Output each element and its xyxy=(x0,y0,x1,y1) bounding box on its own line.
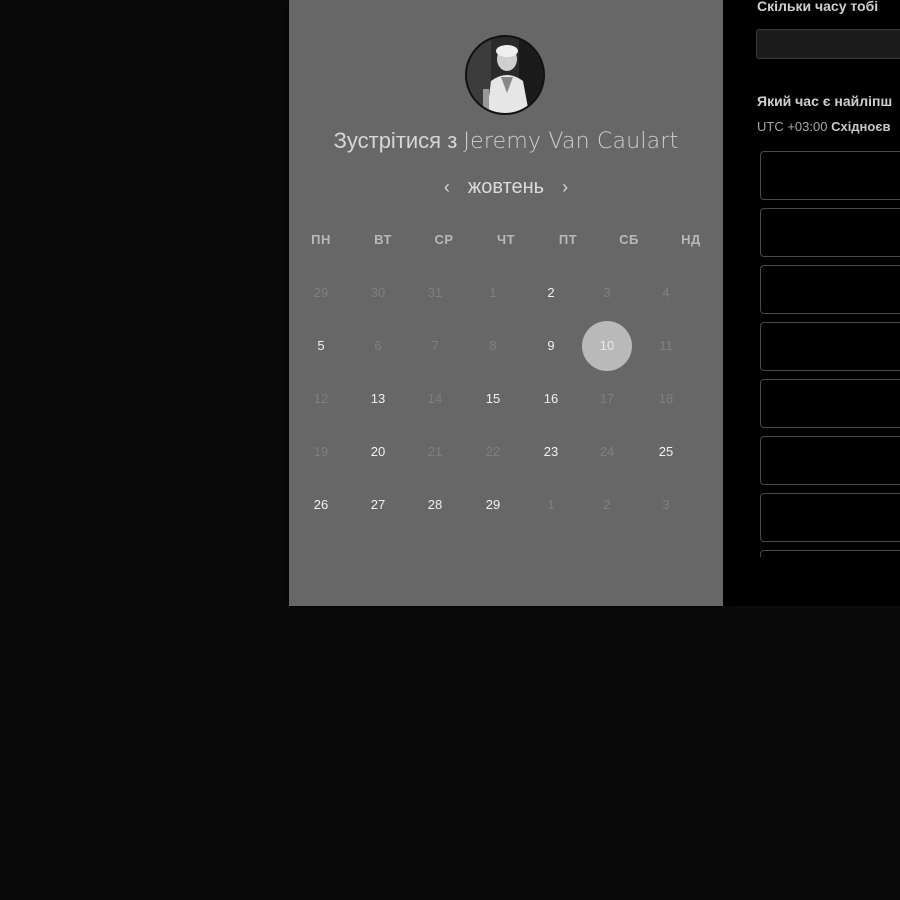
time-slot-button[interactable] xyxy=(760,265,900,314)
calendar-day: 3 xyxy=(662,497,670,512)
calendar-day: 21 xyxy=(427,444,443,459)
time-slot-button[interactable] xyxy=(760,379,900,428)
calendar-day: 30 xyxy=(370,285,386,300)
calendar-day: 6 xyxy=(374,338,382,353)
calendar-day: 18 xyxy=(658,391,674,406)
duration-select[interactable] xyxy=(756,29,900,59)
time-question-label: Який час є найліпш xyxy=(757,93,893,109)
calendar-day[interactable]: 23 xyxy=(531,442,571,462)
calendar-day: 22 xyxy=(485,444,501,459)
calendar-day[interactable]: 26 xyxy=(301,495,341,515)
prev-month-icon[interactable]: ‹ xyxy=(440,177,454,198)
calendar-day: 17 xyxy=(599,391,615,406)
calendar-panel: Зустрітися з Jeremy Van Caulart ‹ жовтен… xyxy=(289,0,723,606)
host-avatar xyxy=(465,35,545,115)
calendar-day: 12 xyxy=(313,391,329,406)
calendar-day[interactable]: 16 xyxy=(531,389,571,409)
weekday-fri: ПТ xyxy=(558,232,578,247)
timezone-name: Східноєв xyxy=(831,119,891,134)
month-navigation: ‹ жовтень › xyxy=(289,173,723,201)
calendar-day[interactable]: 13 xyxy=(358,389,398,409)
time-slot-list xyxy=(760,151,900,557)
calendar-day[interactable]: 9 xyxy=(531,336,571,356)
calendar-day: 31 xyxy=(427,285,443,300)
calendar-day[interactable]: 20 xyxy=(358,442,398,462)
calendar-day: 11 xyxy=(659,338,673,353)
time-slot-button[interactable] xyxy=(760,208,900,257)
calendar-day: 19 xyxy=(313,444,329,459)
calendar-day: 2 xyxy=(603,497,611,512)
time-slot-button[interactable] xyxy=(760,436,900,485)
calendar-day: 4 xyxy=(662,285,670,300)
booking-modal-stage: Зустрітися з Jeremy Van Caulart ‹ жовтен… xyxy=(0,0,900,900)
calendar-day-selected[interactable]: 10 xyxy=(582,321,632,371)
calendar-day[interactable]: 15 xyxy=(473,389,513,409)
next-month-icon[interactable]: › xyxy=(558,177,572,198)
calendar-day[interactable]: 5 xyxy=(301,336,341,356)
weekday-sun: НД xyxy=(681,232,701,247)
calendar-day[interactable]: 2 xyxy=(531,283,571,303)
weekday-wed: СР xyxy=(434,232,454,247)
timezone-label: UTC +03:00 Східноєв xyxy=(757,119,891,134)
time-slot-button[interactable] xyxy=(760,151,900,200)
host-photo-icon xyxy=(467,37,543,113)
month-label: жовтень xyxy=(467,175,545,198)
timezone-offset: UTC +03:00 xyxy=(757,119,828,134)
weekday-mon: ПН xyxy=(311,232,331,247)
calendar-day: 3 xyxy=(603,285,611,300)
weekday-sat: СБ xyxy=(619,232,639,247)
meeting-title-prefix: Зустрітися з xyxy=(333,128,458,153)
calendar-day[interactable]: 29 xyxy=(473,495,513,515)
calendar-day[interactable]: 27 xyxy=(358,495,398,515)
calendar-day: 24 xyxy=(599,444,615,459)
calendar-day: 14 xyxy=(427,391,443,406)
calendar-day[interactable]: 28 xyxy=(415,495,455,515)
host-name: Jeremy Van Caulart xyxy=(463,129,679,154)
calendar-day[interactable]: 25 xyxy=(646,442,686,462)
time-slot-button[interactable] xyxy=(760,322,900,371)
weekday-tue: ВТ xyxy=(374,232,392,247)
time-slot-button[interactable] xyxy=(760,550,900,557)
meeting-title: Зустрітися з Jeremy Van Caulart xyxy=(289,128,723,154)
calendar-day: 1 xyxy=(489,285,497,300)
calendar-day: 7 xyxy=(431,338,439,353)
duration-question-label: Скільки часу тобі xyxy=(757,0,879,14)
calendar-day: 29 xyxy=(313,285,329,300)
booking-form-panel: Скільки часу тобі Який час є найліпш UTC… xyxy=(723,0,900,606)
calendar-day: 8 xyxy=(489,338,497,353)
weekday-thu: ЧТ xyxy=(496,232,516,247)
time-slot-button[interactable] xyxy=(760,493,900,542)
calendar-day: 1 xyxy=(547,497,555,512)
